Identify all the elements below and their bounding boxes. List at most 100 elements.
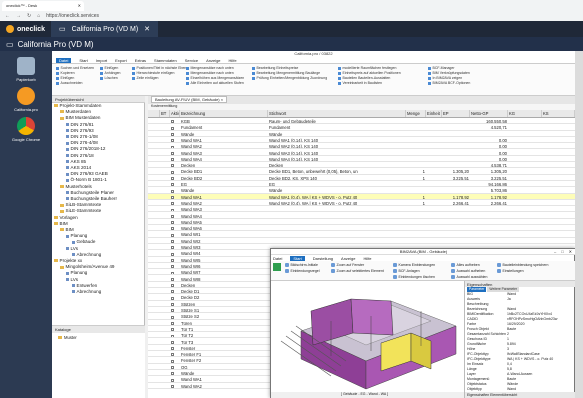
desktop-icon-california[interactable]: California.pro xyxy=(6,87,46,112)
column-header[interactable]: Netto-GP xyxy=(470,110,508,117)
checkmark-icon[interactable] xyxy=(273,263,281,271)
ribbon-button[interactable]: Zeile einfügen xyxy=(132,76,188,81)
app-tab[interactable]: ▭ California Pro (VD M) ✕ xyxy=(51,21,159,37)
active-checkbox[interactable] xyxy=(171,277,174,281)
ribbon-button[interactable]: Alle Einheiten auf aktuellen Stufen xyxy=(186,81,244,86)
column-header[interactable]: KS xyxy=(542,110,575,117)
active-checkbox[interactable] xyxy=(171,309,174,313)
ribbon-tab-extras[interactable]: Extras xyxy=(135,58,146,63)
active-checkbox[interactable] xyxy=(171,353,174,357)
clear-selection-button[interactable]: Auswahl aufheben xyxy=(451,269,485,273)
zoom-window-button[interactable]: Zoom auf Fenster xyxy=(331,263,364,267)
ribbon-tab-anzeige[interactable]: Anzeige xyxy=(206,58,220,63)
reload-icon[interactable]: ↻ xyxy=(27,13,31,19)
ribbon-tab-export[interactable]: Export xyxy=(115,58,127,63)
close-icon[interactable]: ✕ xyxy=(569,249,572,254)
ribbon-tab-start[interactable]: Start xyxy=(79,58,87,63)
active-checkbox[interactable] xyxy=(171,347,174,351)
column-header[interactable] xyxy=(148,110,160,117)
select-selection-button[interactable]: Auswahl auswählen xyxy=(451,275,487,279)
ribbon-tab-service[interactable]: Service xyxy=(185,58,198,63)
active-checkbox[interactable] xyxy=(171,271,174,275)
maximize-icon[interactable]: □ xyxy=(561,249,563,254)
model-tab-anzeige[interactable]: Anzeige xyxy=(341,256,355,261)
active-checkbox[interactable] xyxy=(171,240,174,243)
ribbon-button[interactable]: Prüfung Einheiten/Mengenbildung Zuordnun… xyxy=(252,76,328,81)
home-icon[interactable]: ⌂ xyxy=(37,13,40,19)
ribbon-tab-import[interactable]: Import xyxy=(96,58,107,63)
active-checkbox[interactable] xyxy=(171,303,174,306)
unhide-all-button[interactable]: Alles aufheben xyxy=(451,263,480,267)
reset-view-button[interactable]: Bildschirm-Initiale xyxy=(285,263,318,267)
desktop-icon-chrome[interactable]: Google Chrome xyxy=(6,117,46,142)
active-checkbox[interactable] xyxy=(171,384,174,388)
ribbon-tab-datei[interactable]: Datei xyxy=(56,57,72,63)
bcf-button[interactable]: BCF-Anlagen xyxy=(393,269,420,273)
active-checkbox[interactable] xyxy=(171,328,174,332)
properties-footer[interactable]: Eigenschaften Elementübersicht xyxy=(465,392,575,398)
active-checkbox[interactable] xyxy=(171,321,174,325)
forward-icon[interactable]: → xyxy=(16,13,21,19)
active-checkbox[interactable] xyxy=(171,378,174,382)
active-checkbox[interactable] xyxy=(171,334,174,338)
close-app-icon[interactable]: ✕ xyxy=(144,25,150,33)
minimize-icon[interactable]: – xyxy=(554,249,556,254)
column-header[interactable]: Bezeichnung xyxy=(180,110,268,117)
active-checkbox[interactable] xyxy=(171,221,174,225)
active-checkbox[interactable] xyxy=(171,246,174,250)
active-checkbox[interactable] xyxy=(171,177,174,180)
save-visibility-button[interactable]: Bauteileinblendung speichern xyxy=(497,263,548,267)
ribbon-button[interactable]: Ausschneiden xyxy=(56,81,94,86)
model-tab-darstellung[interactable]: Darstellung xyxy=(313,256,333,261)
camera-button[interactable]: Kamera Einblendungen xyxy=(393,263,435,267)
active-checkbox[interactable] xyxy=(171,145,174,149)
column-header[interactable]: KG xyxy=(508,110,542,117)
active-checkbox[interactable] xyxy=(171,208,174,212)
active-checkbox[interactable] xyxy=(171,183,174,187)
active-checkbox[interactable] xyxy=(171,372,174,376)
back-icon[interactable]: ← xyxy=(5,13,10,19)
active-checkbox[interactable] xyxy=(171,158,174,162)
column-header[interactable]: Aktiv xyxy=(170,110,180,117)
desktop-icon-recycle-bin[interactable]: Papierkorb xyxy=(6,57,46,82)
model-tab-datei[interactable]: Datei xyxy=(273,256,282,261)
visibility-rule-button[interactable]: Einblendungsregel xyxy=(285,269,320,273)
active-checkbox[interactable] xyxy=(171,214,174,218)
tree-item[interactable]: Abrechnung xyxy=(52,289,145,295)
ribbon-button[interactable]: Vereinbarkeit in Baulisten xyxy=(338,81,401,86)
right-side-dock[interactable] xyxy=(575,51,583,398)
active-checkbox[interactable] xyxy=(171,132,174,136)
active-checkbox[interactable] xyxy=(171,139,174,143)
column-header[interactable]: EP xyxy=(442,110,470,117)
column-header[interactable]: Einheit xyxy=(426,110,442,117)
zoom-selected-button[interactable]: Zoom auf selektiertes Element xyxy=(331,269,384,273)
settings-button[interactable]: Einstellungen xyxy=(497,269,524,273)
active-checkbox[interactable] xyxy=(171,202,174,206)
column-header[interactable]: Menge xyxy=(406,110,426,117)
active-checkbox[interactable] xyxy=(171,265,174,269)
column-header[interactable]: Stichwort xyxy=(268,110,406,117)
active-checkbox[interactable] xyxy=(171,126,174,130)
active-checkbox[interactable] xyxy=(171,227,174,231)
browser-tab[interactable]: oneclick™ - Desk ✕ xyxy=(2,1,84,11)
active-checkbox[interactable] xyxy=(171,120,174,124)
model-tab-start[interactable]: Start xyxy=(290,255,305,261)
model-tab-hilfe[interactable]: Hilfe xyxy=(364,256,372,261)
close-tab-icon[interactable]: ✕ xyxy=(78,3,81,8)
active-checkbox[interactable] xyxy=(171,296,174,300)
active-checkbox[interactable] xyxy=(171,359,174,363)
active-checkbox[interactable] xyxy=(171,366,174,369)
url-text[interactable]: https://oneclick.services xyxy=(46,13,99,19)
ribbon-button[interactable]: Löschen xyxy=(100,76,120,81)
active-checkbox[interactable] xyxy=(171,189,174,193)
active-checkbox[interactable] xyxy=(171,290,174,294)
active-checkbox[interactable] xyxy=(171,340,174,344)
address-bar[interactable]: ← → ↻ ⌂ https://oneclick.services xyxy=(2,11,581,20)
column-header[interactable]: BT xyxy=(160,110,170,117)
active-checkbox[interactable] xyxy=(171,164,174,168)
katalog-item[interactable]: Muster xyxy=(58,335,139,340)
oneclick-logo[interactable]: oneclick xyxy=(0,25,51,33)
3d-viewport[interactable]: [ Gebäude - EG - Wand - WA ] xyxy=(271,281,464,398)
ribbon-tab-stammdaten[interactable]: Stammdaten xyxy=(154,58,177,63)
active-checkbox[interactable] xyxy=(171,315,174,319)
